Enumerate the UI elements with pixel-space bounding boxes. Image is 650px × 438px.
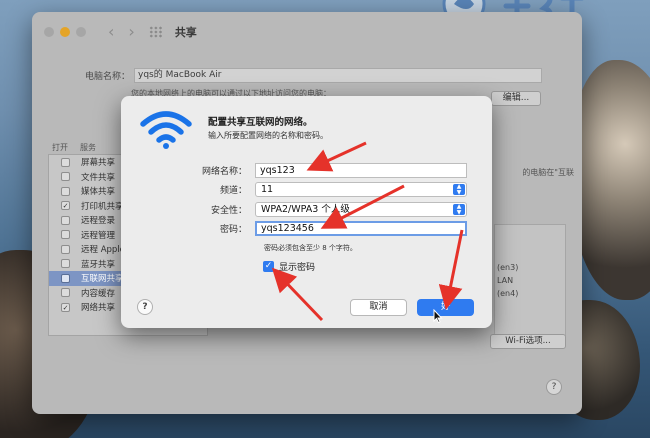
network-name-row: 网络名称： yqs123 — [121, 163, 467, 178]
service-label: 内容缓存 — [81, 288, 116, 299]
window-titlebar: ‹ › 共享 — [32, 12, 582, 52]
password-field[interactable]: yqs123456 — [255, 221, 467, 236]
on-column-header: 打开 — [52, 143, 68, 152]
show-password-checkbox[interactable]: ✓ — [263, 261, 274, 272]
channel-label: 频道： — [219, 186, 247, 196]
channel-select[interactable]: 11 ▲ ▼ — [255, 182, 467, 197]
service-label: 远程登录 — [81, 216, 116, 227]
cancel-button[interactable]: 取消 — [350, 299, 407, 316]
service-checkbox[interactable] — [61, 186, 70, 196]
service-label: 网络共享 — [81, 303, 116, 314]
zoom-window-button[interactable] — [76, 27, 86, 37]
service-label: 屏幕共享 — [81, 158, 116, 169]
password-row: 密码： yqs123456 — [121, 221, 467, 236]
dialog-subtitle: 输入所要配置网络的名称和密码。 — [208, 131, 328, 140]
computer-name-field[interactable]: yqs的 MacBook Air — [134, 68, 542, 83]
edit-button[interactable]: 编辑... — [491, 91, 541, 106]
forward-chevron-icon[interactable]: › — [128, 24, 134, 40]
service-checkbox[interactable]: ✓ — [61, 201, 70, 211]
service-checkbox[interactable]: ✓ — [61, 302, 70, 312]
service-label: 互联网共享 — [81, 274, 124, 285]
service-checkbox[interactable] — [61, 288, 70, 298]
network-name-field[interactable]: yqs123 — [255, 163, 467, 178]
service-label: 媒体共享 — [81, 187, 116, 198]
show-password-label: 显示密码 — [279, 263, 316, 273]
service-description: 的电脑在"互联 — [522, 168, 574, 177]
security-row: 安全性： WPA2/WPA3 个人级 ▲ ▼ — [121, 202, 467, 217]
share-to-item[interactable]: (en4) — [497, 287, 565, 300]
network-name-label: 网络名称： — [201, 167, 247, 177]
up-down-chevron-icon: ▲ ▼ — [453, 204, 465, 215]
up-down-chevron-icon: ▲ ▼ — [453, 184, 465, 195]
minimize-window-button[interactable] — [60, 27, 70, 37]
share-to-list: (en3) LAN (en4) — [494, 224, 566, 336]
channel-value: 11 — [261, 184, 274, 195]
service-label: 打印机共享 — [81, 201, 124, 212]
computer-name-row: 电脑名称： yqs的 MacBook Air — [68, 68, 542, 83]
services-header: 打开 服务 — [52, 142, 96, 153]
service-checkbox[interactable] — [61, 215, 70, 225]
dialog-title: 配置共享互联网的网络。 — [208, 117, 313, 128]
wifi-options-button[interactable]: Wi-Fi选项... — [490, 334, 566, 349]
internet-sharing-network-dialog: 配置共享互联网的网络。 输入所要配置网络的名称和密码。 网络名称： yqs123… — [121, 96, 492, 328]
computer-name-label: 电脑名称： — [84, 72, 130, 82]
password-label: 密码： — [219, 225, 247, 235]
password-hint: 密码必须包含至少 8 个字符。 — [264, 244, 357, 252]
wallpaper-rock — [570, 60, 650, 300]
close-window-button[interactable] — [44, 27, 54, 37]
service-checkbox[interactable] — [61, 259, 70, 269]
window-title: 共享 — [174, 26, 197, 39]
service-label: 文件共享 — [81, 172, 116, 183]
security-label: 安全性： — [210, 206, 247, 216]
window-help-button[interactable]: ? — [546, 379, 562, 395]
service-checkbox[interactable] — [61, 244, 70, 254]
service-column-header: 服务 — [80, 143, 96, 152]
service-checkbox[interactable] — [61, 172, 70, 182]
show-password-option[interactable]: ✓ 显示密码 — [263, 260, 315, 273]
service-label: 远程管理 — [81, 230, 116, 241]
dialog-help-button[interactable]: ? — [137, 299, 153, 315]
service-checkbox[interactable] — [61, 273, 70, 283]
service-checkbox[interactable] — [61, 230, 70, 240]
ok-button[interactable]: 好 — [417, 299, 474, 316]
channel-row: 频道： 11 ▲ ▼ — [121, 182, 467, 197]
service-label: 蓝牙共享 — [81, 259, 116, 270]
show-all-grid-icon[interactable] — [148, 26, 163, 38]
security-value: WPA2/WPA3 个人级 — [261, 204, 350, 215]
wifi-icon — [140, 111, 192, 149]
share-to-item[interactable]: (en3) — [497, 261, 565, 274]
back-chevron-icon[interactable]: ‹ — [108, 24, 114, 40]
mouse-cursor-icon — [433, 309, 443, 323]
share-to-item[interactable]: LAN — [497, 274, 565, 287]
security-select[interactable]: WPA2/WPA3 个人级 ▲ ▼ — [255, 202, 467, 217]
service-checkbox[interactable] — [61, 157, 70, 167]
